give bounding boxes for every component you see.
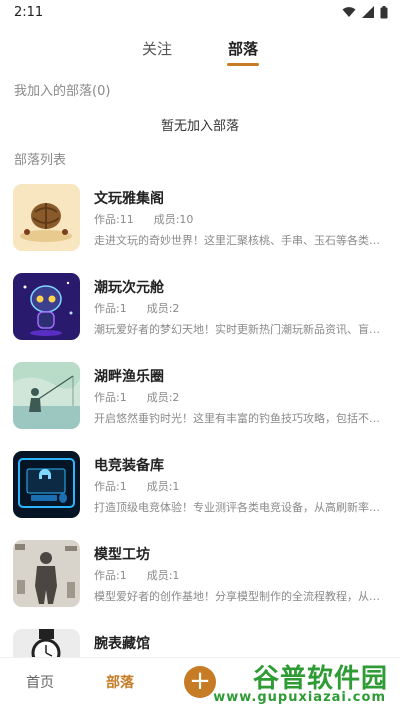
status-bar: 2:11 [0, 0, 400, 24]
list-item[interactable]: 文玩雅集阁 作品:11 成员:10 走进文玩的奇妙世界！这里汇聚核桃、手串、玉石… [0, 184, 400, 273]
joined-section-title: 我加入的部落(0) [14, 84, 111, 99]
tribe-stats: 作品:1 成员:1 [94, 478, 179, 494]
fishing-image [13, 362, 80, 429]
wifi-icon [342, 7, 356, 17]
model-image [13, 540, 80, 607]
tribe-members-count: 成员:1 [146, 480, 180, 493]
tribe-name: 电竞装备库 [94, 458, 164, 474]
tribe-members-count: 成员:1 [146, 569, 180, 582]
nav-tribe[interactable]: 部落 [106, 672, 134, 692]
tribe-stats: 作品:1 成员:2 [94, 389, 179, 405]
tribe-description: 潮玩爱好者的梦幻天地！实时更新热门潮玩新品资讯、盲盒... [94, 323, 386, 336]
tribe-name: 湖畔渔乐圈 [94, 369, 164, 385]
active-tab-indicator [227, 63, 259, 66]
tab-tribe-label: 部落 [228, 40, 259, 58]
tribe-thumbnail [13, 184, 80, 251]
list-item[interactable]: 模型工坊 作品:1 成员:1 模型爱好者的创作基地！分享模型制作的全流程教程，从… [0, 540, 400, 629]
toy-image [13, 273, 80, 340]
walnut-image [13, 184, 80, 251]
tribe-stats: 作品:1 成员:2 [94, 300, 179, 316]
tribe-description: 开启悠然垂钓时光！这里有丰富的钓鱼技巧攻略，包括不同... [94, 412, 386, 425]
list-item[interactable]: 电竞装备库 作品:1 成员:1 打造顶级电竞体验！专业测评各类电竞设备，从高刷新… [0, 451, 400, 540]
list-item[interactable]: 湖畔渔乐圈 作品:1 成员:2 开启悠然垂钓时光！这里有丰富的钓鱼技巧攻略，包括… [0, 362, 400, 451]
tribe-description: 打造顶级电竞体验！专业测评各类电竞设备，从高刷新率显... [94, 501, 386, 514]
status-time: 2:11 [14, 4, 44, 20]
tribe-name: 腕表藏馆 [94, 636, 150, 652]
battery-icon [380, 5, 388, 18]
tribe-thumbnail [13, 362, 80, 429]
tribe-name: 模型工坊 [94, 547, 150, 563]
tribe-works-count: 作品:1 [94, 391, 127, 404]
tribe-list-title: 部落列表 [14, 153, 67, 168]
list-item[interactable]: 潮玩次元舱 作品:1 成员:2 潮玩爱好者的梦幻天地！实时更新热门潮玩新品资讯、… [0, 273, 400, 362]
add-button[interactable]: + [184, 666, 216, 698]
tab-tribe[interactable]: 部落 [227, 34, 259, 66]
tribe-works-count: 作品:1 [94, 480, 127, 493]
joined-empty-text: 暂无加入部落 [160, 119, 239, 134]
top-tabs: 关注 部落 [0, 34, 400, 66]
tribe-name: 潮玩次元舱 [94, 280, 164, 296]
signal-icon [362, 6, 374, 18]
tribe-stats: 作品:1 成员:1 [94, 567, 179, 583]
tribe-members-count: 成员:2 [146, 302, 180, 315]
tribe-works-count: 作品:1 [94, 569, 127, 582]
tab-follow-label: 关注 [141, 40, 172, 58]
tab-follow[interactable]: 关注 [142, 34, 172, 66]
tribe-thumbnail [13, 451, 80, 518]
tribe-description: 走进文玩的奇妙世界！这里汇聚核桃、手串、玉石等各类文... [94, 234, 386, 247]
tribe-members-count: 成员:10 [153, 213, 194, 226]
tribe-thumbnail [13, 273, 80, 340]
tribe-stats: 作品:11 成员:10 [94, 211, 193, 227]
tribe-list: 文玩雅集阁 作品:11 成员:10 走进文玩的奇妙世界！这里汇聚核桃、手串、玉石… [0, 184, 400, 712]
esports-image [13, 451, 80, 518]
tribe-works-count: 作品:11 [94, 213, 134, 226]
nav-home[interactable]: 首页 [26, 672, 54, 692]
watermark: 谷普软件园 www.gupuxiazai.com [213, 658, 392, 708]
tribe-description: 模型爱好者的创作基地！分享模型制作的全流程教程，从素... [94, 590, 386, 603]
status-icons [342, 5, 388, 19]
tribe-members-count: 成员:2 [146, 391, 180, 404]
tribe-name: 文玩雅集阁 [94, 191, 164, 207]
tribe-works-count: 作品:1 [94, 302, 127, 315]
tribe-thumbnail [13, 540, 80, 607]
watermark-url: www.gupuxiazai.com [213, 690, 386, 705]
